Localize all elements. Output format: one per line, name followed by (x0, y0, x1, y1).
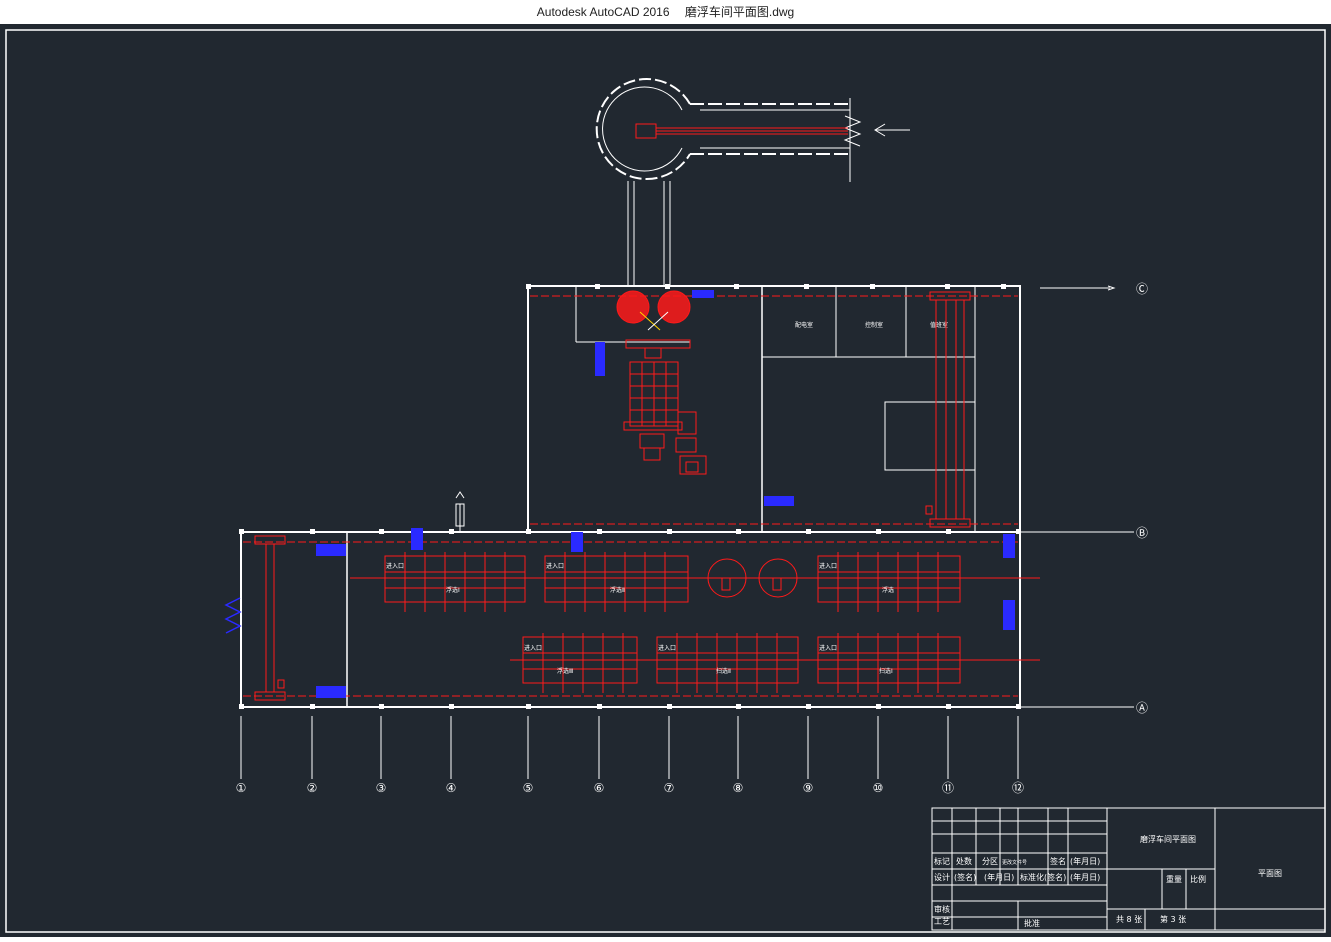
tb-review: 审核 (934, 904, 950, 914)
grid-axis-column-labels: ① ② ③ ④ ⑤ ⑥ ⑦ ⑧ ⑨ ⑩ ⑪ ⑫ (236, 781, 1024, 795)
flotation-cells-row2 (510, 633, 1040, 693)
tb-design: 设计 (934, 872, 950, 882)
tb-zone: 分区 (982, 857, 998, 866)
cell-tag: 进入口 (819, 562, 837, 570)
axis-label-col-12: ⑫ (1012, 781, 1024, 795)
room-label-control: 控制室 (865, 321, 883, 329)
red-rail-upper (530, 295, 1018, 525)
ball-mill (616, 290, 707, 475)
app-title: Autodesk AutoCAD 2016 (536, 5, 670, 19)
tb-mark: 标记 (934, 856, 950, 866)
tb-date: (年月日) (1070, 856, 1100, 866)
cell-tag: 进入口 (658, 644, 676, 652)
axis-label-row-c: Ⓒ (1136, 282, 1148, 296)
cell-tag: 进入口 (386, 562, 404, 570)
cell-tag: 进入口 (546, 562, 564, 570)
upper-building (527, 285, 1116, 533)
room-label-duty: 值班室 (930, 321, 948, 329)
axis-label-col-9: ⑨ (803, 781, 814, 795)
axis-label-row-a: Ⓐ (1136, 701, 1148, 715)
tb-sheet-no: 第 3 张 (1160, 914, 1186, 924)
axis-label-col-7: ⑦ (664, 781, 675, 795)
drawing-type: 平面图 (1258, 869, 1282, 878)
drawing-canvas[interactable]: 配电室 控制室 值班室 浮选Ⅰ 浮选Ⅱ 浮选 浮选Ⅲ 扫选Ⅱ 扫选Ⅰ 进入口 进… (0, 24, 1331, 937)
thickener (595, 78, 910, 286)
axis-label-col-4: ④ (446, 781, 457, 795)
axis-label-col-10: ⑩ (873, 781, 884, 795)
concentrate-pump (635, 123, 848, 139)
red-rail-lower (243, 541, 1018, 697)
axis-label-col-1: ① (236, 781, 247, 795)
axis-label-row-b: Ⓑ (1136, 526, 1148, 540)
axis-label-col-3: ③ (376, 781, 387, 795)
tb-scale: 比例 (1190, 874, 1206, 884)
label-flotation-2: 浮选Ⅱ (610, 586, 625, 594)
drawing-title: 磨浮车间平面图 (1140, 834, 1196, 844)
label-flotation-1: 浮选Ⅰ (446, 586, 460, 594)
cell-tag: 进入口 (819, 644, 837, 652)
cell-tag: 进入口 (524, 644, 542, 652)
label-flotation-3: 浮选 (882, 586, 894, 594)
tb-total-sheets: 共 8 张 (1116, 915, 1142, 924)
axis-label-col-11: ⑪ (942, 781, 954, 795)
tb-standard-sign: (签名) (1044, 872, 1066, 882)
tb-change-no: 更改文件号 (1002, 859, 1027, 866)
crane-left (254, 535, 286, 701)
tb-design-date: (年月日) (984, 872, 1014, 882)
file-name: 磨浮车间平面图.dwg (684, 5, 795, 19)
axis-label-col-5: ⑤ (523, 781, 534, 795)
grid-axis-row-labels: Ⓐ Ⓑ Ⓒ (1136, 282, 1148, 715)
tb-weight: 重量 (1166, 874, 1182, 884)
label-scavenge-1: 扫选Ⅰ (879, 667, 893, 675)
label-flotation-4: 浮选Ⅲ (557, 667, 573, 675)
inlet-spring (224, 597, 242, 634)
tb-standard: 标准化 (1020, 872, 1044, 882)
axis-label-col-2: ② (307, 781, 318, 795)
label-scavenge-2: 扫选Ⅱ (716, 667, 731, 675)
room-label-power: 配电室 (795, 321, 813, 329)
tb-process: 工艺 (934, 917, 950, 926)
axis-label-col-8: ⑧ (733, 781, 744, 795)
tb-standard-date: (年月日) (1070, 872, 1100, 882)
title-block-text: 磨浮车间平面图 平面图 标记 处数 分区 更改文件号 签名 (年月日) 设计 (… (934, 834, 1282, 928)
window-titlebar: Autodesk AutoCAD 2016 磨浮车间平面图.dwg (0, 0, 1331, 24)
tb-approve: 批准 (1024, 918, 1040, 928)
room-labels: 配电室 控制室 值班室 (795, 321, 948, 329)
flotation-cells-row1 (350, 552, 1040, 612)
axis-label-col-6: ⑥ (594, 781, 605, 795)
tb-sign: 签名 (1050, 856, 1066, 866)
tb-count: 处数 (956, 856, 972, 866)
drawing-viewport[interactable]: 配电室 控制室 值班室 浮选Ⅰ 浮选Ⅱ 浮选 浮选Ⅲ 扫选Ⅱ 扫选Ⅰ 进入口 进… (0, 24, 1331, 937)
tb-design-sign: (签名) (954, 872, 976, 882)
